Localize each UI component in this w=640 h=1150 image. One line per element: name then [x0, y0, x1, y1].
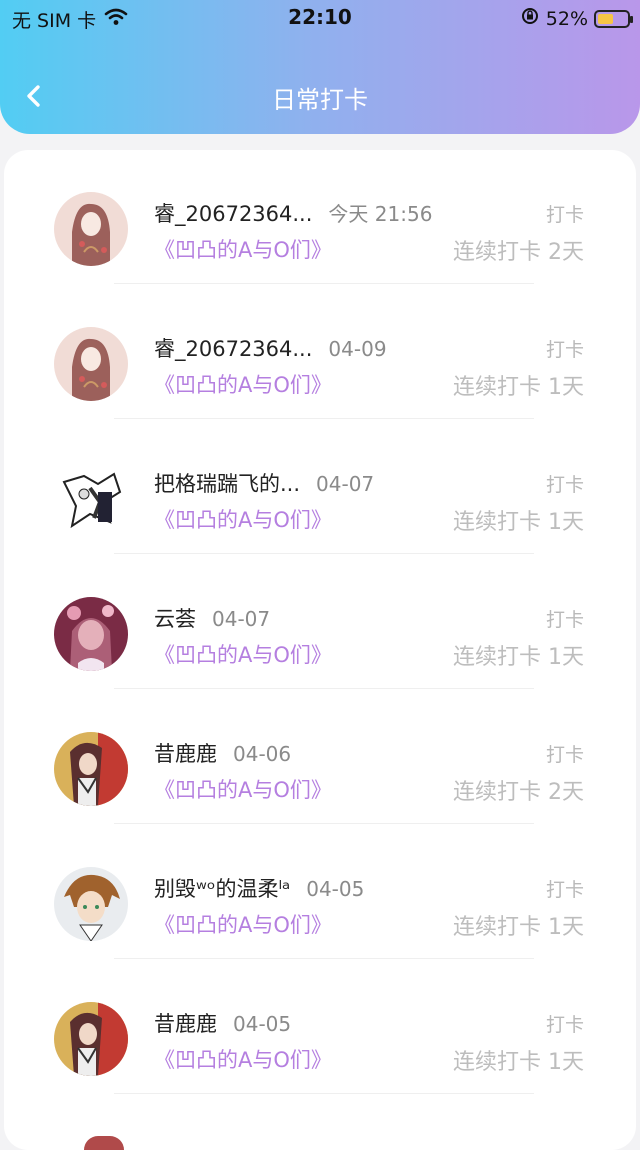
checkin-label: 打卡 [545, 474, 584, 496]
avatar[interactable] [54, 732, 128, 806]
entry-date: 04-09 [328, 337, 387, 361]
user-name[interactable]: 别毁ʷᵒ的温柔ˡᵃ [154, 873, 290, 903]
book-title[interactable]: 《凹凸的A与O们》 [154, 369, 332, 399]
entry-date: 04-06 [233, 742, 292, 766]
checkin-label: 打卡 [545, 339, 584, 361]
entry-header: 别毁ʷᵒ的温柔ˡᵃ 04-05 [154, 873, 364, 903]
streak-label: 连续打卡 1天 [453, 375, 584, 400]
list-item[interactable]: 昔鹿鹿 04-06 《凹凸的A与O们》 打卡 连续打卡 2天 [4, 690, 636, 825]
list-item[interactable]: 云荟 04-07 《凹凸的A与O们》 打卡 连续打卡 1天 [4, 555, 636, 690]
page-title: 日常打卡 [272, 86, 368, 114]
list-item[interactable]: 把格瑞踹飞的... 04-07 《凹凸的A与O们》 打卡 连续打卡 1天 [4, 420, 636, 555]
divider [114, 1093, 534, 1094]
divider [114, 418, 534, 419]
avatar[interactable] [54, 462, 128, 536]
entry-date: 04-07 [212, 607, 271, 631]
book-title[interactable]: 《凹凸的A与O们》 [154, 909, 332, 939]
list-item[interactable]: 别毁ʷᵒ的温柔ˡᵃ 04-05 《凹凸的A与O们》 打卡 连续打卡 1天 [4, 825, 636, 960]
checkin-label: 打卡 [545, 879, 584, 901]
checkin-list: 睿_20672364... 今天 21:56 《凹凸的A与O们》 打卡 连续打卡… [4, 150, 636, 1150]
entry-header: 昔鹿鹿 04-05 [154, 1008, 291, 1038]
battery-percent: 52% [545, 7, 588, 30]
book-title[interactable]: 《凹凸的A与O们》 [154, 1044, 332, 1074]
streak-label: 连续打卡 1天 [453, 645, 584, 670]
status-right: 52% [520, 6, 633, 31]
avatar[interactable] [54, 327, 128, 401]
user-name[interactable]: 昔鹿鹿 [154, 1008, 217, 1038]
entry-header: 昔鹿鹿 04-06 [154, 738, 291, 768]
book-title[interactable]: 《凹凸的A与O们》 [154, 504, 332, 534]
entry-header: 云荟 04-07 [154, 603, 270, 633]
divider [114, 823, 534, 824]
divider [114, 283, 534, 284]
battery-icon [594, 9, 633, 28]
checkin-label: 打卡 [545, 744, 584, 766]
entry-header: 睿_20672364... 04-09 [154, 333, 387, 363]
divider [114, 553, 534, 554]
avatar[interactable] [54, 597, 128, 671]
battery-fill [598, 13, 613, 24]
entry-date: 04-07 [316, 472, 375, 496]
list-item[interactable]: 昔鹿鹿 04-05 《凹凸的A与O们》 打卡 连续打卡 1天 [4, 960, 636, 1095]
entry-header: 把格瑞踹飞的... 04-07 [154, 468, 374, 498]
avatar[interactable] [54, 1002, 128, 1076]
streak-label: 连续打卡 1天 [453, 1050, 584, 1075]
streak-label: 连续打卡 2天 [453, 780, 584, 805]
orientation-lock-icon [520, 6, 540, 31]
user-name[interactable]: 昔鹿鹿 [154, 738, 217, 768]
streak-label: 连续打卡 2天 [453, 240, 584, 265]
entry-date: 04-05 [233, 1012, 292, 1036]
entry-date: 今天 21:56 [328, 202, 433, 226]
entry-header: 睿_20672364... 今天 21:56 [154, 198, 432, 228]
header-bar: 无 SIM 卡 22:10 52% 日常打卡 [0, 0, 640, 134]
user-name[interactable]: 把格瑞踹飞的... [154, 468, 300, 498]
divider [114, 958, 534, 959]
book-title[interactable]: 《凹凸的A与O们》 [154, 234, 332, 264]
entry-date: 04-05 [306, 877, 365, 901]
avatar[interactable] [54, 867, 128, 941]
divider [114, 688, 534, 689]
user-name[interactable]: 云荟 [154, 603, 196, 633]
streak-label: 连续打卡 1天 [453, 510, 584, 535]
user-name[interactable]: 睿_20672364... [154, 333, 312, 363]
avatar[interactable] [54, 192, 128, 266]
user-name[interactable]: 睿_20672364... [154, 198, 312, 228]
list-item[interactable]: 睿_20672364... 04-09 《凹凸的A与O们》 打卡 连续打卡 1天 [4, 285, 636, 420]
checkin-label: 打卡 [545, 1014, 584, 1036]
book-title[interactable]: 《凹凸的A与O们》 [154, 639, 332, 669]
checkin-label: 打卡 [545, 204, 584, 226]
status-bar: 无 SIM 卡 22:10 52% [0, 0, 640, 36]
streak-label: 连续打卡 1天 [453, 915, 584, 940]
list-item[interactable]: 睿_20672364... 今天 21:56 《凹凸的A与O们》 打卡 连续打卡… [4, 150, 636, 285]
checkin-label: 打卡 [545, 609, 584, 631]
book-title[interactable]: 《凹凸的A与O们》 [154, 774, 332, 804]
avatar [84, 1136, 124, 1150]
